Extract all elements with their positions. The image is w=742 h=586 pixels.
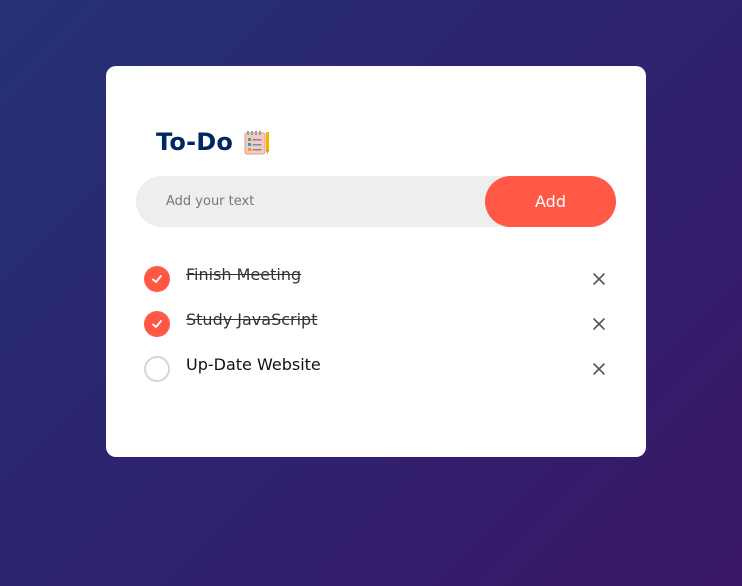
list-item[interactable]: Finish Meeting [144,256,614,301]
list-item[interactable]: Study JavaScript [144,301,614,346]
unchecked-circle-icon[interactable] [144,355,170,382]
todo-card: To-Do Add your text Add Finish Meeting S… [106,66,646,457]
task-label[interactable]: Study JavaScript [186,310,317,329]
close-icon[interactable] [584,309,614,339]
close-icon[interactable] [584,354,614,384]
close-icon[interactable] [584,264,614,294]
check-icon[interactable] [144,265,170,292]
notepad-icon [243,128,271,156]
task-input[interactable] [136,176,476,227]
list-item[interactable]: Up-Date Website [144,346,614,391]
title-row: To-Do [156,124,271,160]
task-list: Finish Meeting Study JavaScript Up-Date … [144,256,614,391]
task-label[interactable]: Up-Date Website [186,355,321,374]
add-button[interactable]: Add [485,176,616,227]
check-icon[interactable] [144,310,170,337]
add-task-bar: Add [136,176,616,227]
app-title: To-Do [156,128,234,156]
task-label[interactable]: Finish Meeting [186,265,301,284]
